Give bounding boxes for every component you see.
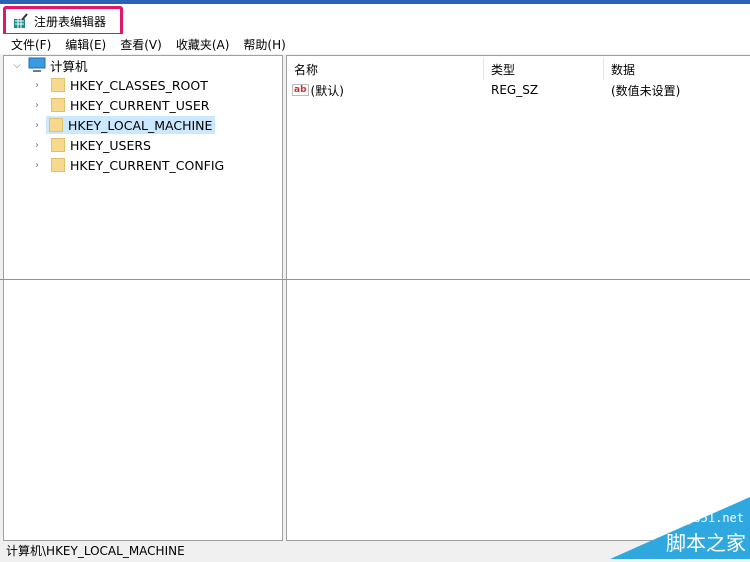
column-header-name[interactable]: 名称 [287, 58, 484, 80]
value-type: REG_SZ [491, 83, 539, 97]
watermark-site: jb51.net [686, 511, 744, 525]
column-header-type[interactable]: 类型 [484, 58, 604, 80]
menu-favorites[interactable]: 收藏夹(A) [176, 36, 230, 53]
chevron-right-icon[interactable]: › [32, 80, 42, 91]
chevron-down-icon[interactable]: ⌵ [12, 60, 22, 71]
value-name: (默认) [310, 83, 344, 98]
watermark-name: 脚本之家 [666, 531, 746, 555]
tree-item[interactable]: › HKEY_CURRENT_CONFIG [32, 156, 224, 174]
chevron-right-icon[interactable]: › [32, 160, 42, 171]
tree-item-label: HKEY_CURRENT_USER [70, 97, 210, 113]
tree-item[interactable]: › HKEY_USERS [32, 136, 151, 154]
tree-root[interactable]: ⌵ 计算机 [12, 56, 88, 74]
chevron-right-icon[interactable]: › [32, 100, 42, 111]
folder-icon [49, 118, 63, 132]
folder-icon [51, 158, 65, 172]
tree-pane[interactable]: ⌵ 计算机 › HKEY_CLASSES_ROOT › HKEY_CURRENT_U… [3, 55, 283, 541]
title-highlight: 注册表编辑器 [3, 6, 123, 36]
tree-item-label: HKEY_CLASSES_ROOT [70, 77, 208, 93]
menu-file[interactable]: 文件(F) [11, 36, 51, 53]
folder-icon [51, 98, 65, 112]
tree-item-selected[interactable]: › HKEY_LOCAL_MACHINE [32, 116, 216, 134]
menu-edit[interactable]: 编辑(E) [65, 36, 106, 53]
value-data: (数值未设置) [611, 83, 681, 98]
tree-item-label: HKEY_LOCAL_MACHINE [68, 117, 213, 133]
folder-icon [51, 138, 65, 152]
regedit-icon [14, 13, 28, 28]
chevron-right-icon[interactable]: › [32, 120, 42, 131]
guide-line [0, 279, 750, 280]
menu-bar: 文件(F) 编辑(E) 查看(V) 收藏夹(A) 帮助(H) [0, 34, 750, 54]
value-row[interactable]: ab (默认) [292, 80, 344, 100]
menu-view[interactable]: 查看(V) [120, 36, 162, 53]
tree-item-label: HKEY_USERS [70, 137, 151, 153]
computer-icon [28, 57, 46, 72]
menu-help[interactable]: 帮助(H) [243, 36, 285, 53]
tree-item-label: HKEY_CURRENT_CONFIG [70, 157, 225, 173]
tree-root-label: 计算机 [50, 58, 88, 74]
values-pane[interactable]: 名称 类型 数据 ab (默认) REG_SZ (数值未设置) [286, 55, 750, 541]
chevron-right-icon[interactable]: › [32, 140, 42, 151]
watermark: jb51.net 脚本之家 [610, 497, 750, 559]
title-bar: 注册表编辑器 [0, 4, 750, 36]
column-header-data[interactable]: 数据 [604, 58, 750, 80]
tree-item[interactable]: › HKEY_CLASSES_ROOT [32, 76, 208, 94]
window-title: 注册表编辑器 [34, 14, 107, 29]
string-value-icon: ab [292, 84, 309, 96]
folder-icon [51, 78, 65, 92]
tree-item[interactable]: › HKEY_CURRENT_USER [32, 96, 209, 114]
